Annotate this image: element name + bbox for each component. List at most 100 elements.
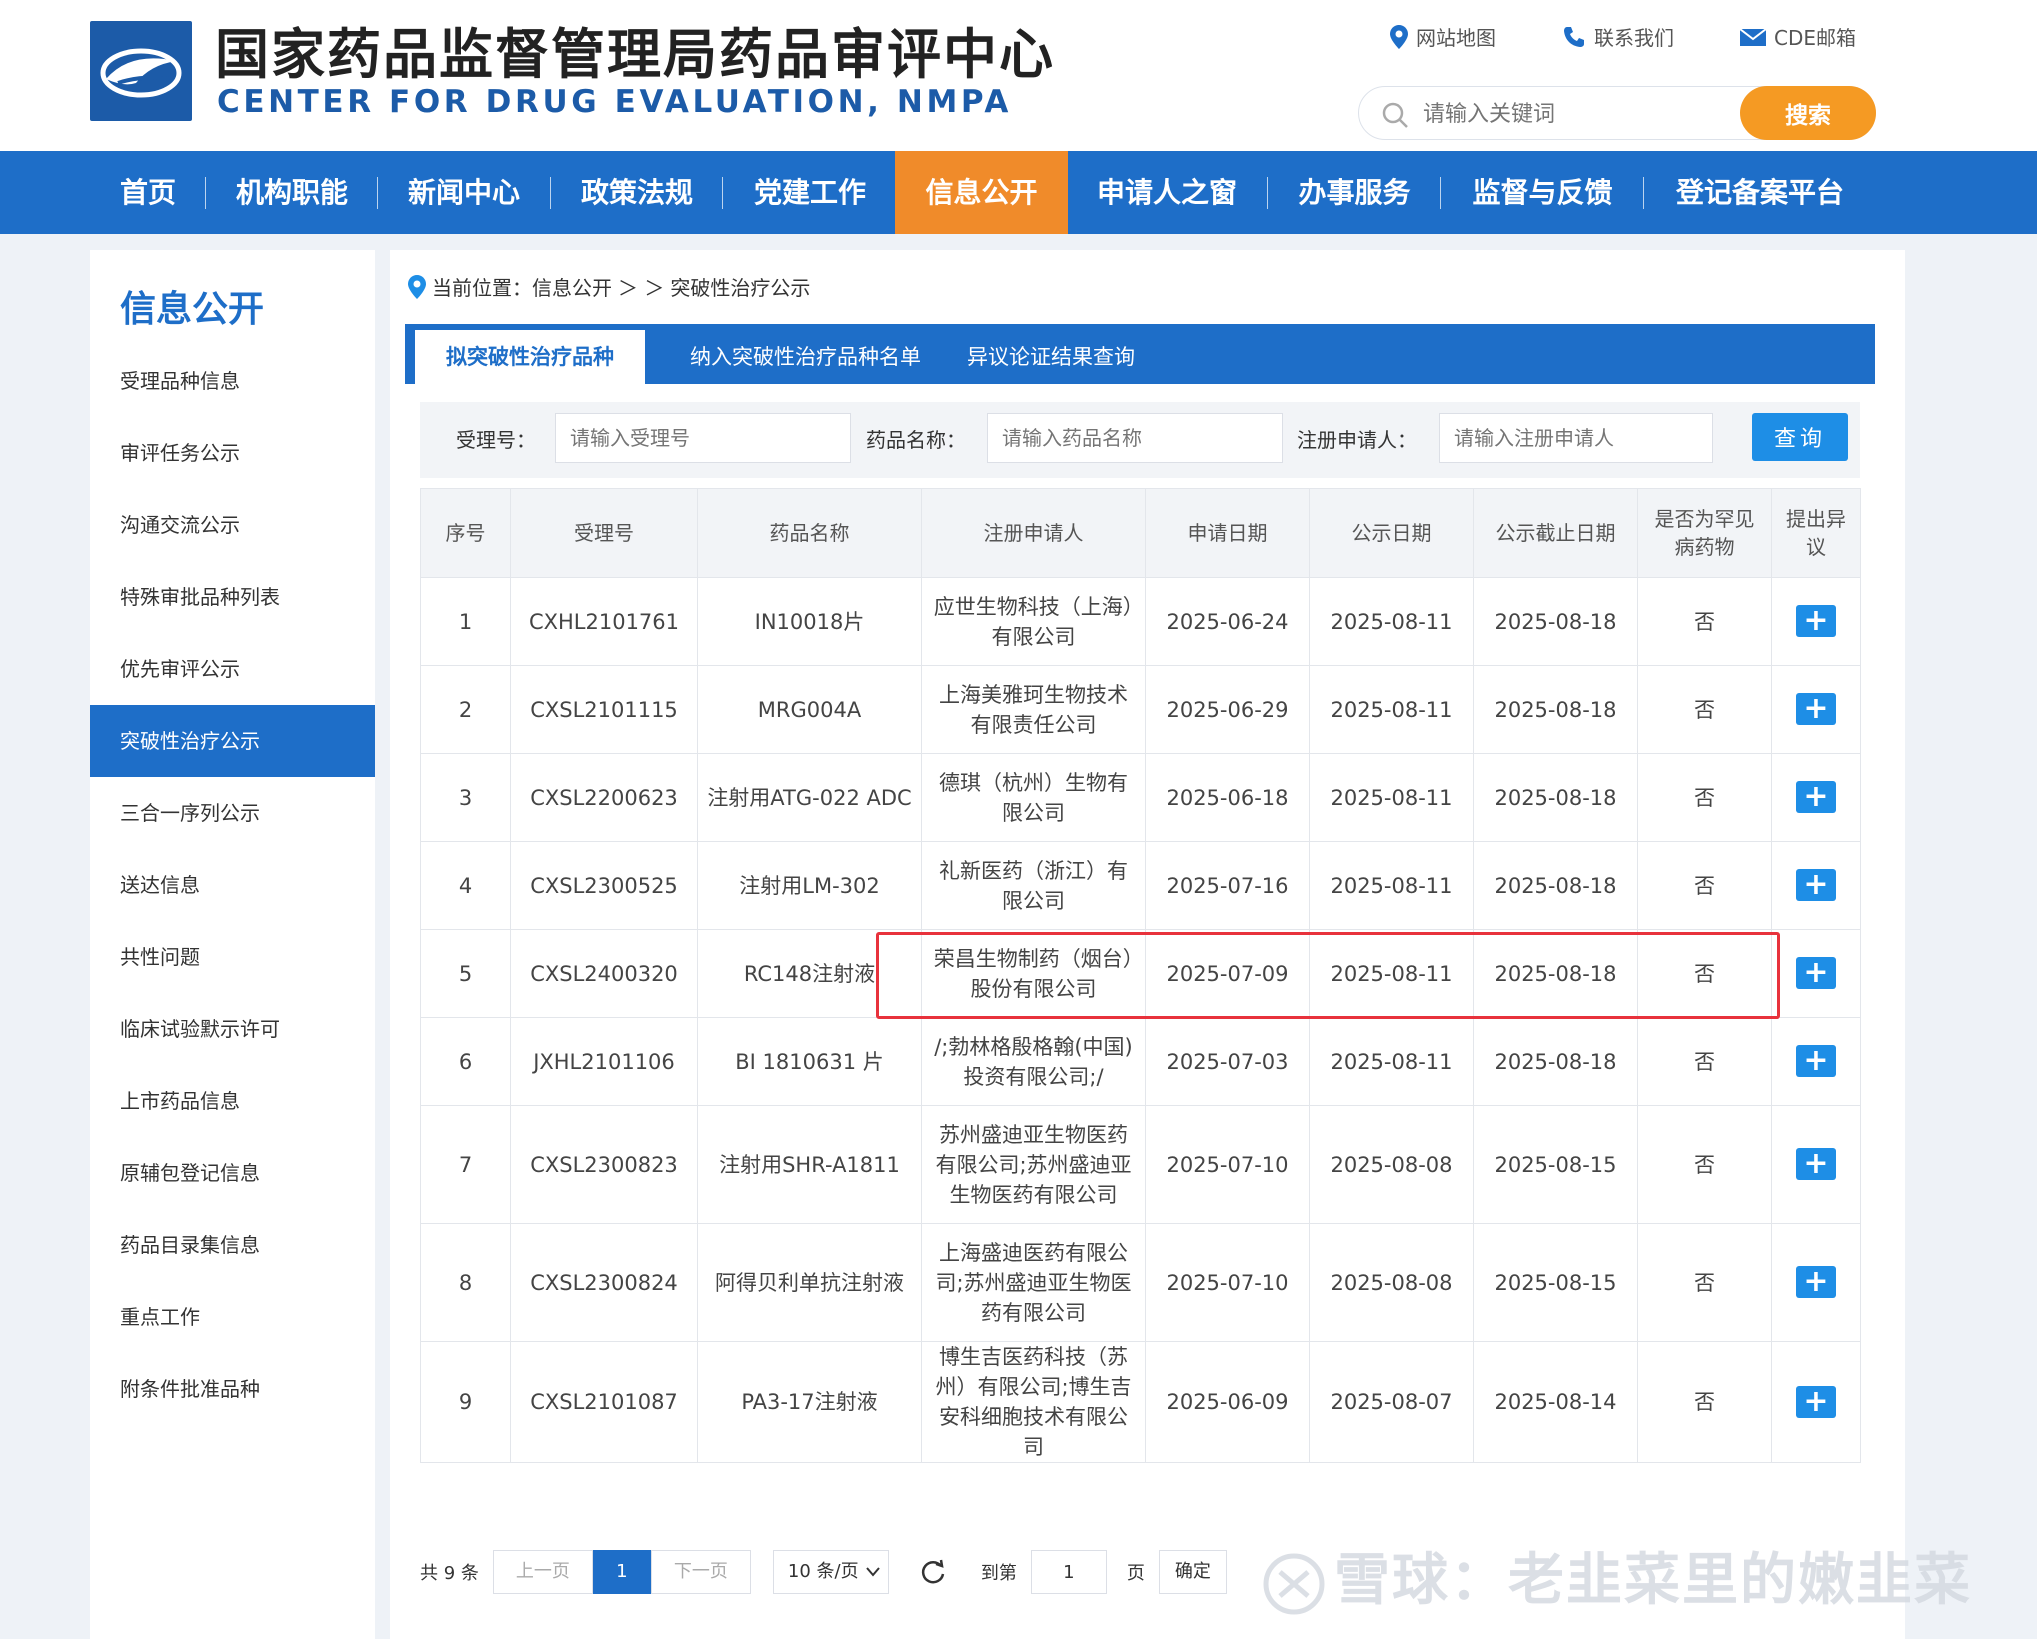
sidebar-item[interactable]: 共性问题 xyxy=(90,921,375,993)
page-word: 页 xyxy=(1126,1563,1145,1584)
nav-party[interactable]: 党建工作 xyxy=(740,151,880,234)
nav-services[interactable]: 办事服务 xyxy=(1282,151,1427,234)
sidebar-item[interactable]: 原辅包登记信息 xyxy=(90,1137,375,1209)
nav-applicant[interactable]: 申请人之窗 xyxy=(1082,151,1252,234)
prev-page-button[interactable]: 上一页 xyxy=(492,1550,593,1594)
cell-deadline: 2025-08-18 xyxy=(1473,841,1638,930)
cell-rare: 否 xyxy=(1637,1223,1772,1342)
breadcrumb-current[interactable]: 突破性治疗公示 xyxy=(670,272,810,301)
add-objection-button[interactable]: + xyxy=(1796,957,1836,989)
nav-policy[interactable]: 政策法规 xyxy=(567,151,707,234)
cell-apply-date: 2025-07-10 xyxy=(1145,1105,1310,1224)
add-objection-button[interactable]: + xyxy=(1796,869,1836,901)
sidebar-item[interactable]: 优先审评公示 xyxy=(90,633,375,705)
add-objection-button[interactable]: + xyxy=(1796,1266,1836,1298)
nav-home[interactable]: 首页 xyxy=(108,151,188,234)
sidebar-item[interactable]: 沟通交流公示 xyxy=(90,489,375,561)
sitemap-link[interactable]: 网站地图 xyxy=(1390,22,1496,51)
col-rare: 是否为罕见病药物 xyxy=(1637,488,1772,578)
code-input[interactable] xyxy=(555,413,851,463)
next-page-button[interactable]: 下一页 xyxy=(650,1550,751,1594)
add-objection-button[interactable]: + xyxy=(1796,693,1836,725)
add-objection-button[interactable]: + xyxy=(1796,781,1836,813)
table-row: 4 CXSL2300525 注射用LM-302 礼新医药（浙江）有限公司 2025-07… xyxy=(420,841,1861,930)
tab-proposed[interactable]: 拟突破性治疗品种 xyxy=(415,330,645,384)
query-button[interactable]: 查询 xyxy=(1752,413,1848,461)
cell-deadline: 2025-08-18 xyxy=(1473,753,1638,842)
cell-applicant: 应世生物科技（上海）有限公司 xyxy=(921,577,1146,666)
cell-rare: 否 xyxy=(1637,1017,1772,1106)
sidebar-item[interactable]: 送达信息 xyxy=(90,849,375,921)
page-1-button[interactable]: 1 xyxy=(592,1550,651,1594)
cell-objection: + xyxy=(1771,841,1861,930)
cell-objection: + xyxy=(1771,1105,1861,1224)
table-row: 5 CXSL2400320 RC148注射液 荣昌生物制药（烟台）股份有限公司 2025… xyxy=(420,929,1861,1018)
cell-code: CXHL2101761 xyxy=(510,577,698,666)
sidebar-item-active[interactable]: 突破性治疗公示 xyxy=(90,705,375,777)
tab-objection[interactable]: 异议论证结果查询 xyxy=(967,330,1135,384)
sidebar-item[interactable]: 三合一序列公示 xyxy=(90,777,375,849)
sidebar-item[interactable]: 临床试验默示许可 xyxy=(90,993,375,1065)
cell-rare: 否 xyxy=(1637,1105,1772,1224)
nav-supervision[interactable]: 监督与反馈 xyxy=(1455,151,1630,234)
filter-label-name: 药品名称： xyxy=(866,428,966,452)
col-objection: 提出异议 xyxy=(1771,488,1861,578)
cell-no: 5 xyxy=(420,929,511,1018)
cell-applicant: /;勃林格殷格翰(中国)投资有限公司;/ xyxy=(921,1017,1146,1106)
cell-deadline: 2025-08-18 xyxy=(1473,1017,1638,1106)
applicant-input[interactable] xyxy=(1439,413,1713,463)
goto-page-input[interactable] xyxy=(1030,1550,1107,1594)
sidebar-item[interactable]: 审评任务公示 xyxy=(90,417,375,489)
cell-objection: + xyxy=(1771,929,1861,1018)
nav-info-public[interactable]: 信息公开 xyxy=(895,151,1068,234)
sidebar-item[interactable]: 药品目录集信息 xyxy=(90,1209,375,1281)
chevron-down-icon xyxy=(866,1567,880,1577)
sidebar-item[interactable]: 受理品种信息 xyxy=(90,345,375,417)
table-row: 3 CXSL2200623 注射用ATG-022 ADC 德琪（杭州）生物有限公司 20… xyxy=(420,753,1861,842)
cell-no: 4 xyxy=(420,841,511,930)
add-objection-button[interactable]: + xyxy=(1796,1385,1836,1418)
add-objection-button[interactable]: + xyxy=(1796,1045,1836,1077)
breadcrumb: 当前位置：信息公开 ＞ ＞ 突破性治疗公示 xyxy=(408,272,810,301)
col-code: 受理号 xyxy=(510,488,698,578)
cell-drug-name: 注射用ATG-022 ADC xyxy=(697,753,922,842)
cell-apply-date: 2025-07-16 xyxy=(1145,841,1310,930)
mail-link[interactable]: CDE邮箱 xyxy=(1740,22,1856,51)
logo-icon[interactable] xyxy=(90,21,192,121)
search-button[interactable]: 搜索 xyxy=(1740,86,1876,140)
nav-functions[interactable]: 机构职能 xyxy=(222,151,362,234)
page-size-select[interactable]: 10 条/页 xyxy=(772,1550,889,1594)
cell-drug-name: 阿得贝利单抗注射液 xyxy=(697,1223,922,1342)
site-title: 国家药品监督管理局药品审评中心 xyxy=(215,23,1055,86)
sidebar-item[interactable]: 上市药品信息 xyxy=(90,1065,375,1137)
sidebar-item[interactable]: 附条件批准品种 xyxy=(90,1353,375,1425)
sidebar-item[interactable]: 重点工作 xyxy=(90,1281,375,1353)
cell-rare: 否 xyxy=(1637,665,1772,754)
col-no: 序号 xyxy=(420,488,511,578)
cell-rare: 否 xyxy=(1637,929,1772,1018)
add-objection-button[interactable]: + xyxy=(1796,1148,1836,1180)
table-row: 2 CXSL2101115 MRG004A 上海美雅珂生物技术有限责任公司 2025-0… xyxy=(420,665,1861,754)
nav-registration[interactable]: 登记备案平台 xyxy=(1660,151,1860,234)
add-objection-button[interactable]: + xyxy=(1796,605,1836,637)
cell-objection: + xyxy=(1771,1017,1861,1106)
location-pin-icon xyxy=(408,274,426,299)
cell-apply-date: 2025-06-24 xyxy=(1145,577,1310,666)
sidebar-item[interactable]: 特殊审批品种列表 xyxy=(90,561,375,633)
breadcrumb-sep: ＞ ＞ xyxy=(618,276,665,300)
breadcrumb-prefix[interactable]: 当前位置：信息公开 xyxy=(432,272,612,301)
refresh-icon xyxy=(921,1559,945,1584)
search-input[interactable] xyxy=(1423,95,1723,133)
drug-name-input[interactable] xyxy=(987,413,1283,463)
cell-deadline: 2025-08-18 xyxy=(1473,665,1638,754)
filter-label-code: 受理号： xyxy=(456,428,536,452)
tab-included[interactable]: 纳入突破性治疗品种名单 xyxy=(690,330,921,384)
contact-link[interactable]: 联系我们 xyxy=(1562,22,1674,51)
cell-drug-name: 注射用SHR-A1811 xyxy=(697,1105,922,1224)
cell-publish-date: 2025-08-11 xyxy=(1309,929,1474,1018)
goto-confirm-button[interactable]: 确定 xyxy=(1158,1550,1227,1594)
cell-applicant: 德琪（杭州）生物有限公司 xyxy=(921,753,1146,842)
results-table: 序号 受理号 药品名称 注册申请人 申请日期 公示日期 公示截止日期 是否为罕见… xyxy=(420,488,1861,1463)
cell-publish-date: 2025-08-07 xyxy=(1309,1341,1474,1463)
nav-news[interactable]: 新闻中心 xyxy=(394,151,534,234)
